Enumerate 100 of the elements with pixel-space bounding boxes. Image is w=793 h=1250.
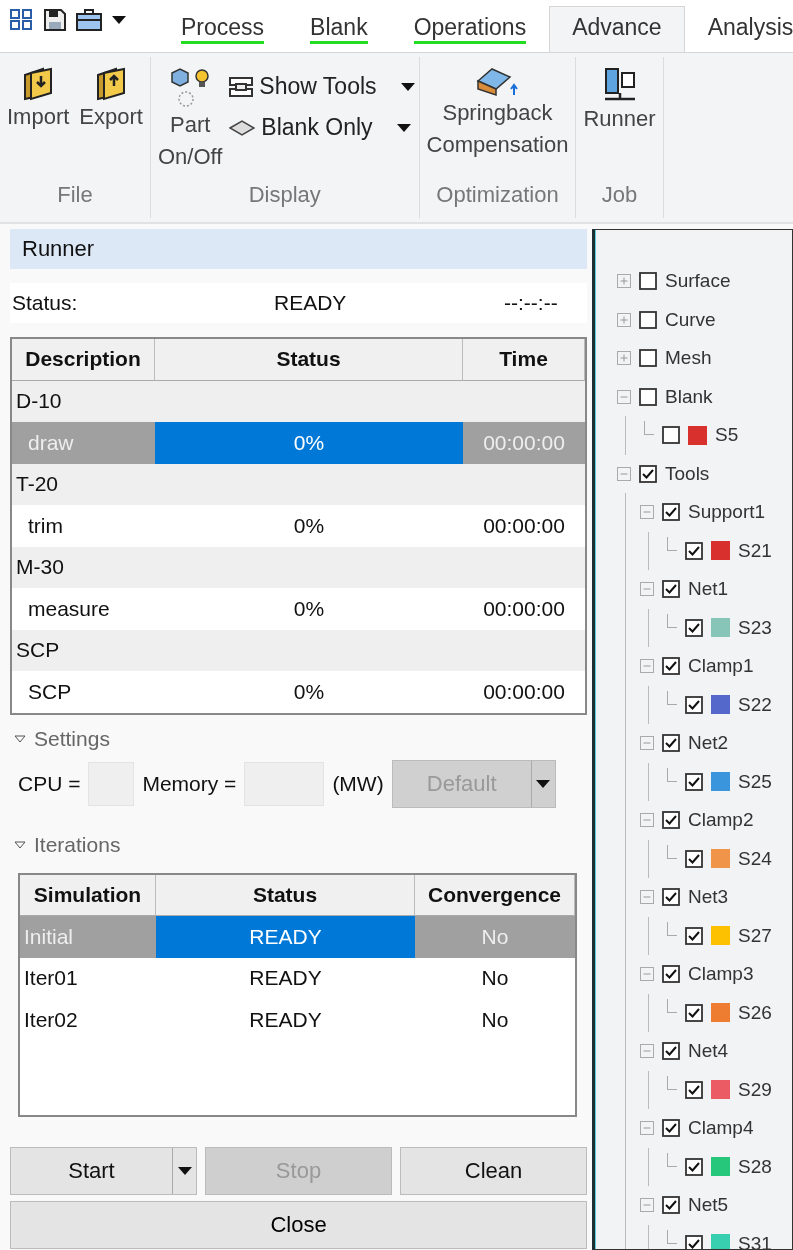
- checkbox[interactable]: [685, 1080, 703, 1099]
- tree-row[interactable]: Tools: [617, 454, 792, 493]
- checkbox[interactable]: [662, 1196, 680, 1215]
- tree-item-label[interactable]: Net4: [688, 1040, 729, 1063]
- ribbon-tab[interactable]: Operations: [390, 12, 550, 52]
- column-header[interactable]: Simulation: [20, 874, 156, 916]
- tree-item-label[interactable]: Net2: [688, 732, 729, 755]
- tree-row[interactable]: Net4: [640, 1032, 792, 1071]
- tree-row[interactable]: Blank: [617, 377, 792, 416]
- tree-item-label[interactable]: Support1: [688, 501, 766, 524]
- checkbox[interactable]: [662, 734, 680, 753]
- tree-item-label[interactable]: Blank: [665, 385, 713, 408]
- tree-row[interactable]: Clamp4: [640, 1109, 792, 1148]
- column-header[interactable]: Description: [12, 339, 155, 381]
- ribbon-button[interactable]: Import: [4, 63, 73, 180]
- tree-item-label[interactable]: S27: [738, 924, 772, 947]
- column-header[interactable]: Time: [463, 339, 585, 381]
- tree-row[interactable]: Net2: [640, 724, 792, 763]
- checkbox[interactable]: [685, 541, 703, 560]
- checkbox[interactable]: [639, 464, 657, 483]
- tree-row[interactable]: S23: [663, 608, 792, 647]
- checkbox[interactable]: [662, 965, 680, 984]
- ribbon-tab[interactable]: Advance: [549, 6, 685, 52]
- tree-row[interactable]: S28: [663, 1147, 792, 1186]
- tree-item-label[interactable]: Clamp2: [688, 809, 754, 832]
- checkbox[interactable]: [639, 310, 657, 329]
- checkbox[interactable]: [685, 618, 703, 637]
- checkbox[interactable]: [662, 1042, 680, 1061]
- tree-row[interactable]: Net5: [640, 1186, 792, 1225]
- checkbox[interactable]: [685, 1234, 703, 1249]
- group-row[interactable]: T-20: [12, 463, 585, 505]
- ribbon-tab[interactable]: Analysis: [684, 12, 793, 52]
- tree-row[interactable]: S21: [663, 531, 792, 570]
- ribbon-tab[interactable]: Blank: [287, 12, 391, 52]
- tree-item-label[interactable]: S23: [738, 616, 772, 639]
- checkbox[interactable]: [639, 387, 657, 406]
- tree-item-label[interactable]: Clamp4: [688, 1117, 754, 1140]
- checkbox[interactable]: [685, 926, 703, 945]
- checkbox[interactable]: [662, 426, 680, 445]
- tree-row[interactable]: Net3: [640, 878, 792, 917]
- tree-item-label[interactable]: Clamp1: [688, 655, 754, 678]
- tree-item-label[interactable]: Clamp3: [688, 963, 754, 986]
- tree-row[interactable]: S26: [663, 993, 792, 1032]
- tree-row[interactable]: Clamp1: [640, 647, 792, 686]
- ribbon-tab[interactable]: Process: [158, 12, 288, 52]
- checkbox[interactable]: [662, 580, 680, 599]
- tree-row[interactable]: Clamp3: [640, 955, 792, 994]
- ribbon-dropdown[interactable]: Show Tools: [229, 73, 415, 100]
- checkbox[interactable]: [685, 1003, 703, 1022]
- tree-row[interactable]: S25: [663, 762, 792, 801]
- checkbox[interactable]: [639, 272, 657, 291]
- group-row[interactable]: SCP: [12, 629, 585, 671]
- tree-item-label[interactable]: S21: [738, 539, 772, 562]
- save-icon[interactable]: [44, 9, 66, 31]
- group-row[interactable]: M-30: [12, 546, 585, 588]
- expand-arrow-icon[interactable]: [14, 734, 26, 743]
- tree-item-label[interactable]: Curve: [665, 308, 716, 331]
- checkbox[interactable]: [662, 888, 680, 907]
- tree-row[interactable]: S29: [663, 1070, 792, 1109]
- expand-arrow-icon[interactable]: [14, 840, 26, 849]
- tree-row[interactable]: S24: [663, 839, 792, 878]
- tree-item-label[interactable]: S24: [738, 847, 772, 870]
- ribbon-button[interactable]: Springback Compensation: [423, 63, 572, 180]
- ribbon-button[interactable]: Export: [76, 63, 146, 180]
- checkbox[interactable]: [662, 811, 680, 830]
- checkbox[interactable]: [685, 849, 703, 868]
- tree-item-label[interactable]: Mesh: [665, 347, 712, 370]
- tree-row[interactable]: Surface: [617, 262, 792, 301]
- tree-item-label[interactable]: S26: [738, 1001, 772, 1024]
- tree-item-label[interactable]: Surface: [665, 270, 731, 293]
- tree-item-label[interactable]: Tools: [665, 462, 710, 485]
- column-header[interactable]: Status: [156, 874, 415, 916]
- tree-item-label[interactable]: S29: [738, 1078, 772, 1101]
- column-header[interactable]: Status: [155, 339, 463, 381]
- checkbox[interactable]: [685, 1157, 703, 1176]
- tree-item-label[interactable]: S22: [738, 693, 772, 716]
- tree-item-label[interactable]: S5: [715, 424, 739, 447]
- tree-row[interactable]: Clamp2: [640, 801, 792, 840]
- grid-icon[interactable]: [10, 9, 34, 31]
- tree-row[interactable]: Support1: [640, 493, 792, 532]
- ribbon-button[interactable]: Part On/Off: [154, 63, 226, 180]
- close-button[interactable]: Close: [10, 1200, 587, 1249]
- tree-row[interactable]: S31: [663, 1224, 792, 1249]
- group-row[interactable]: D-10: [12, 380, 585, 422]
- checkbox[interactable]: [639, 349, 657, 368]
- checkbox[interactable]: [662, 503, 680, 522]
- action-button[interactable]: Start: [10, 1146, 197, 1195]
- tree-row[interactable]: Mesh: [617, 339, 792, 378]
- tree-item-label[interactable]: S31: [738, 1232, 772, 1249]
- tree-row[interactable]: S22: [663, 685, 792, 724]
- checkbox[interactable]: [662, 657, 680, 676]
- tree-item-label[interactable]: S25: [738, 770, 772, 793]
- ribbon-dropdown[interactable]: Blank Only: [229, 114, 415, 141]
- briefcase-icon[interactable]: [76, 9, 102, 31]
- action-button[interactable]: Clean: [400, 1146, 587, 1195]
- ribbon-button[interactable]: Runner: [580, 63, 659, 180]
- tree-item-label[interactable]: S28: [738, 1155, 772, 1178]
- checkbox[interactable]: [685, 695, 703, 714]
- tree-row[interactable]: S5: [640, 416, 792, 455]
- tree-item-label[interactable]: Net3: [688, 886, 729, 909]
